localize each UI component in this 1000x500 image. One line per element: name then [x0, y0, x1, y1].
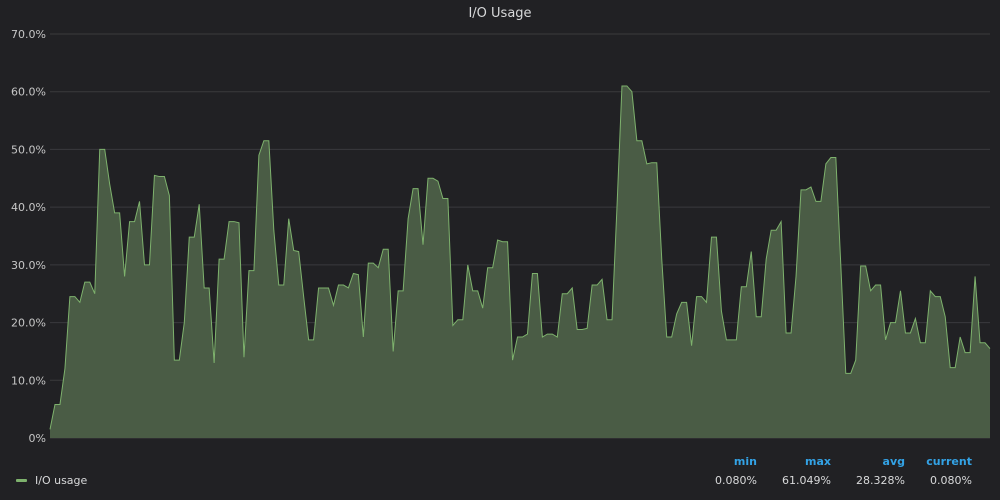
legend-series-io-usage[interactable]: I/O usage: [16, 474, 87, 487]
y-tick-label: 20.0%: [11, 317, 46, 330]
y-tick-label: 70.0%: [11, 28, 46, 41]
io-usage-chart: 0% 10.0% 20.0% 30.0% 40.0% 50.0% 60.0% 70.0%: [11, 28, 991, 445]
y-axis-ticks: 0% 10.0% 20.0% 30.0% 40.0% 50.0% 60.0% 70.0%: [11, 28, 46, 445]
series-color-swatch[interactable]: [16, 479, 27, 482]
legend-value-min: 0.080%: [715, 474, 757, 487]
series-area-io-usage: [50, 85, 990, 438]
legend-value-avg: 28.328%: [856, 474, 905, 487]
y-tick-label: 40.0%: [11, 201, 46, 214]
legend: min max avg current I/O usage 0.080% 61.…: [0, 450, 1000, 500]
y-tick-label: 30.0%: [11, 259, 46, 272]
legend-value-current: 0.080%: [930, 474, 972, 487]
legend-value-max: 61.049%: [782, 474, 831, 487]
y-tick-label: 0%: [29, 432, 46, 445]
y-tick-label: 60.0%: [11, 86, 46, 99]
y-tick-label: 50.0%: [11, 143, 46, 156]
legend-header-min[interactable]: min: [687, 455, 757, 468]
legend-header-avg[interactable]: avg: [835, 455, 905, 468]
legend-header-current[interactable]: current: [902, 455, 972, 468]
legend-header-max[interactable]: max: [761, 455, 831, 468]
legend-series-label: I/O usage: [35, 474, 88, 487]
graph-panel: I/O Usage 0% 10.0% 20.0% 30.0% 40.0% 50.0% 60.…: [0, 0, 1000, 500]
y-tick-label: 10.0%: [11, 374, 46, 387]
